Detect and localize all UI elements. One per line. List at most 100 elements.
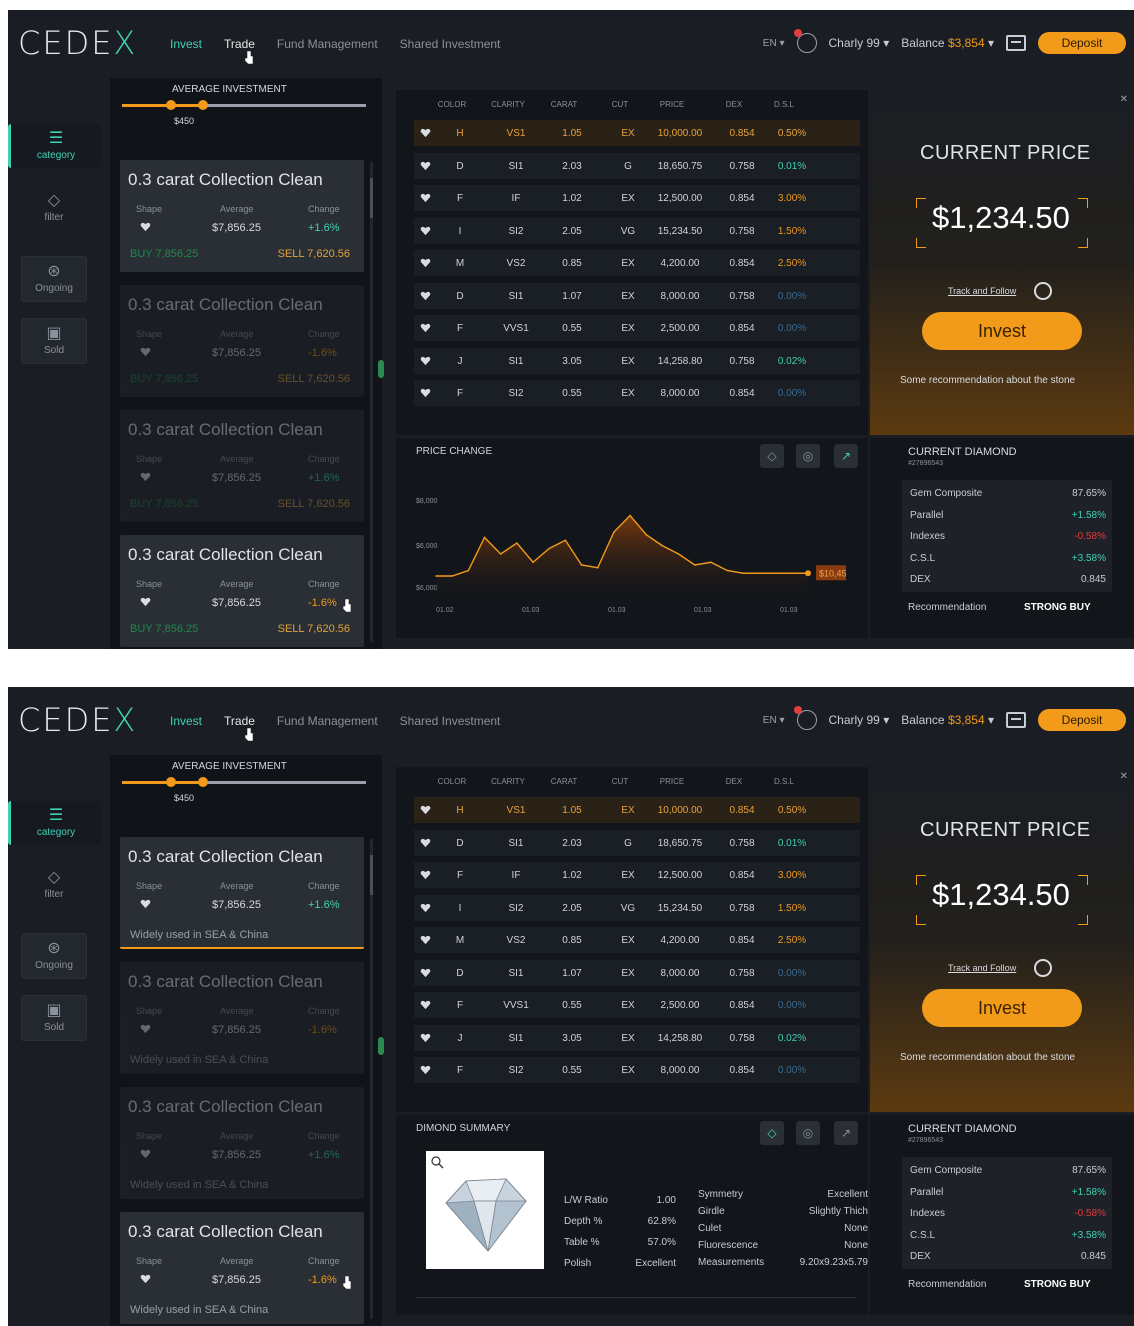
slider-min-handle[interactable] [166,100,176,110]
track-and-follow-link[interactable]: Track and Follow [948,286,1016,296]
language-select[interactable]: EN ▾ [763,715,785,726]
column-header[interactable]: CARAT [536,100,592,109]
column-header[interactable]: CARAT [536,777,592,786]
collection-card[interactable]: 0.3 carat Collection Clean Shape Average Ch… [120,285,364,397]
user-menu[interactable]: Charly 99 ▾ [829,713,890,727]
compass-icon[interactable] [1034,282,1052,300]
collection-card[interactable]: 0.3 carat Collection Clean Shape Average Ch… [120,962,364,1074]
nav-invest[interactable]: Invest [170,37,202,51]
column-header[interactable]: CLARITY [480,777,536,786]
rail-sold[interactable]: ▣ Sold [21,318,87,364]
table-row[interactable]: H VS1 1.05 EX 10,000.00 0.854 0.50% [414,797,860,823]
table-row[interactable]: D SI1 2.03 G 18,650.75 0.758 0.01% [414,152,860,179]
table-row[interactable]: F IF 1.02 EX 12,500.00 0.854 3.00% [414,185,860,211]
column-header[interactable]: CUT [592,100,648,109]
table-row[interactable]: M VS2 0.85 EX 4,200.00 0.854 2.50% [414,927,860,953]
wallet-icon[interactable] [1006,712,1026,728]
slider-min-handle[interactable] [166,777,176,787]
collection-card[interactable]: 0.3 carat Collection Clean Shape Average Ch… [120,160,364,272]
nav-trade[interactable]: Trade [224,714,255,728]
rail-category[interactable]: ☰ category [8,124,101,168]
language-select[interactable]: EN ▾ [763,38,785,49]
collection-scrollbar[interactable] [370,839,373,1319]
nav-fund-management[interactable]: Fund Management [277,37,378,51]
column-header[interactable]: CUT [592,777,648,786]
track-and-follow-link[interactable]: Track and Follow [948,963,1016,973]
collection-card[interactable]: 0.3 carat Collection Clean Shape Average Ch… [120,837,364,949]
rail-category[interactable]: ☰ category [8,801,101,845]
collection-card[interactable]: 0.3 carat Collection Clean Shape Average Ch… [120,410,364,522]
nav-trade[interactable]: Trade [224,37,255,51]
table-row[interactable]: F VVS1 0.55 EX 2,500.00 0.854 0.00% [414,315,860,341]
buy-price[interactable]: BUY 7,856.25 [130,373,198,385]
deposit-button[interactable]: Deposit [1038,709,1126,731]
table-row[interactable]: D SI1 1.07 EX 8,000.00 0.758 0.00% [414,282,860,309]
table-row[interactable]: D SI1 2.03 G 18,650.75 0.758 0.01% [414,829,860,856]
balance[interactable]: Balance $3,854 ▾ [901,36,994,50]
logo[interactable]: CEDEX [18,701,137,739]
balance[interactable]: Balance $3,854 ▾ [901,713,994,727]
table-row[interactable]: I SI2 2.05 VG 15,234.50 0.758 1.50% [414,894,860,921]
invest-button[interactable]: Invest [922,989,1082,1027]
close-icon[interactable]: ✕ [1120,94,1128,105]
sell-price[interactable]: SELL 7,620.56 [278,248,350,260]
table-row[interactable]: F IF 1.02 EX 12,500.00 0.854 3.00% [414,862,860,888]
deposit-button[interactable]: Deposit [1038,32,1126,54]
buy-price[interactable]: BUY 7,856.25 [130,248,198,260]
table-row[interactable]: D SI1 1.07 EX 8,000.00 0.758 0.00% [414,959,860,986]
table-row[interactable]: M VS2 0.85 EX 4,200.00 0.854 2.50% [414,250,860,276]
close-icon[interactable]: ✕ [1120,771,1128,782]
rail-filter[interactable]: ◇ filter [21,863,87,907]
column-header[interactable]: COLOR [424,100,480,109]
column-header[interactable]: DEX [706,777,762,786]
column-header[interactable]: DEX [706,100,762,109]
sell-price[interactable]: SELL 7,620.56 [278,623,350,635]
column-header[interactable]: PRICE [644,777,700,786]
avatar-icon[interactable] [793,29,817,53]
rail-filter[interactable]: ◇ filter [21,186,87,230]
slider-max-handle[interactable] [198,777,208,787]
collection-card[interactable]: 0.3 carat Collection Clean Shape Average Ch… [120,1212,364,1324]
collection-card[interactable]: 0.3 carat Collection Clean Shape Average Ch… [120,1087,364,1199]
ring-icon[interactable]: ◎ [796,1121,820,1145]
buy-price[interactable]: BUY 7,856.25 [130,623,198,635]
avatar-icon[interactable] [793,706,817,730]
user-menu[interactable]: Charly 99 ▾ [829,36,890,50]
column-header[interactable]: D.S.L [756,100,812,109]
logo[interactable]: CEDEX [18,24,137,62]
column-header[interactable]: CLARITY [480,100,536,109]
nav-shared-investment[interactable]: Shared Investment [400,714,501,728]
buy-price[interactable]: BUY 7,856.25 [130,498,198,510]
diamond-icon[interactable]: ◇ [760,1121,784,1145]
column-header[interactable]: COLOR [424,777,480,786]
nav-invest[interactable]: Invest [170,714,202,728]
table-row[interactable]: H VS1 1.05 EX 10,000.00 0.854 0.50% [414,120,860,146]
collection-scroll-thumb[interactable] [370,178,373,218]
column-header[interactable]: D.S.L [756,777,812,786]
table-row[interactable]: F SI2 0.55 EX 8,000.00 0.854 0.00% [414,380,860,406]
table-row[interactable]: F SI2 0.55 EX 8,000.00 0.854 0.00% [414,1057,860,1083]
column-header[interactable]: PRICE [644,100,700,109]
table-row[interactable]: J SI1 3.05 EX 14,258.80 0.758 0.02% [414,1024,860,1051]
invest-button[interactable]: Invest [922,312,1082,350]
table-row[interactable]: J SI1 3.05 EX 14,258.80 0.758 0.02% [414,347,860,374]
trend-icon[interactable]: ↗ [834,1121,858,1145]
diamond-image[interactable] [426,1151,544,1269]
panel-collapse-handle[interactable] [378,360,384,378]
sell-price[interactable]: SELL 7,620.56 [278,373,350,385]
collection-scroll-thumb[interactable] [370,855,373,895]
table-row[interactable]: I SI2 2.05 VG 15,234.50 0.758 1.50% [414,217,860,244]
collection-scrollbar[interactable] [370,162,373,642]
panel-collapse-handle[interactable] [378,1037,384,1055]
sell-price[interactable]: SELL 7,620.56 [278,498,350,510]
collection-card[interactable]: 0.3 carat Collection Clean Shape Average Ch… [120,535,364,647]
nav-shared-investment[interactable]: Shared Investment [400,37,501,51]
rail-sold[interactable]: ▣ Sold [21,995,87,1041]
table-row[interactable]: F VVS1 0.55 EX 2,500.00 0.854 0.00% [414,992,860,1018]
nav-fund-management[interactable]: Fund Management [277,714,378,728]
wallet-icon[interactable] [1006,35,1026,51]
compass-icon[interactable] [1034,959,1052,977]
rail-ongoing[interactable]: ⊛ Ongoing [21,256,87,302]
slider-max-handle[interactable] [198,100,208,110]
rail-ongoing[interactable]: ⊛ Ongoing [21,933,87,979]
